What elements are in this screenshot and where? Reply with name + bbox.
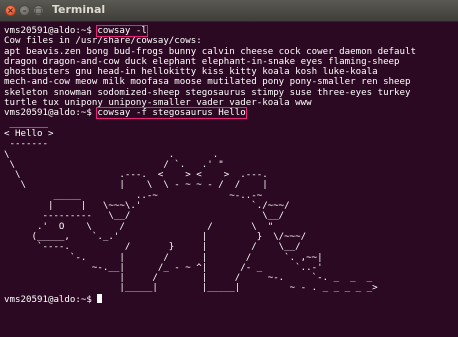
cowsay-art-line: |_____| |_____| ~ - . _ _ _ _ _> (4, 283, 378, 294)
output-line: dragon dragon-and-cow duck elephant elep… (4, 56, 400, 67)
output-line: mech-and-cow meow milk moofasa moose mut… (4, 77, 411, 88)
minimize-button[interactable]: – (19, 5, 30, 16)
terminal-output[interactable]: vms20591@aldo:~$ cowsay -l Cow files in /… (0, 22, 458, 337)
prompt: vms20591@aldo:~$ (4, 108, 98, 119)
maximize-button[interactable]: □ (33, 5, 44, 16)
command-line: vms20591@aldo:~$ cowsay -l (4, 25, 458, 37)
cowsay-art-line: < Hello > (4, 128, 54, 139)
maximize-icon: □ (34, 6, 43, 15)
terminal-text: vms20591@aldo:~$ cowsay -l Cow files in /… (4, 25, 458, 305)
close-button[interactable]: × (5, 5, 16, 16)
cowsay-art-line: --------- \__/ \__/ (4, 211, 285, 222)
cowsay-art-line: _____ ..-~ ~-..-~ (4, 190, 263, 201)
cowsay-art-line: `-. | / | / `. ,~~| (4, 252, 323, 263)
cowsay-art-line: | / | / ~-. `-. _ _ _ (4, 273, 373, 284)
output-line: apt beavis.zen bong bud-frogs bunny calv… (4, 46, 417, 57)
cowsay-art-line: ------- (4, 139, 48, 150)
terminal-window: × – □ Terminal vms20591@aldo:~$ cowsay -… (0, 0, 458, 337)
cowsay-art-line: | | \~~~\.' `./~~~/ (4, 201, 290, 212)
cowsay-art-line: .' O \ / / \ " (4, 221, 274, 232)
cowsay-art-line: (_____, `._.' | } \/~~~/ (4, 231, 307, 242)
cowsay-art-line: \ . . (4, 149, 219, 160)
cowsay-art-line: `----. / } | / \__/ (4, 242, 301, 253)
cowsay-art-line: \ | \ \ - ~ ~ - / / | (4, 180, 268, 191)
title-bar: × – □ Terminal (0, 0, 458, 22)
text-cursor (97, 293, 103, 303)
cowsay-art-line: \ / `. .' " (4, 159, 224, 170)
cowsay-art-line: _______ (4, 118, 48, 129)
close-icon: × (7, 6, 14, 15)
command-text: cowsay -f stegosaurus Hello (96, 107, 247, 120)
output-line: Cow files in /usr/share/cowsay/cows: (4, 36, 202, 47)
cowsay-art-line: ~-.__| /_ - ~ ^| /- _ `..-' (4, 262, 323, 273)
output-line: ghostbusters gnu head-in hellokitty kiss… (4, 67, 378, 78)
output-line: turtle tux unipony unipony-smaller vader… (4, 98, 312, 109)
command-text: cowsay -l (96, 25, 148, 37)
prompt: vms20591@aldo:~$ (4, 26, 98, 36)
cowsay-art-line: \ .---. < > < > .---. (4, 170, 268, 181)
command-line: vms20591@aldo:~$ cowsay -f stegosaurus H… (4, 107, 458, 120)
output-line: skeleton snowman sodomized-sheep stegosa… (4, 87, 411, 98)
window-title: Terminal (52, 3, 106, 16)
command-line: vms20591@aldo:~$ (4, 293, 458, 305)
minimize-icon: – (22, 6, 27, 15)
prompt: vms20591@aldo:~$ (4, 294, 98, 305)
